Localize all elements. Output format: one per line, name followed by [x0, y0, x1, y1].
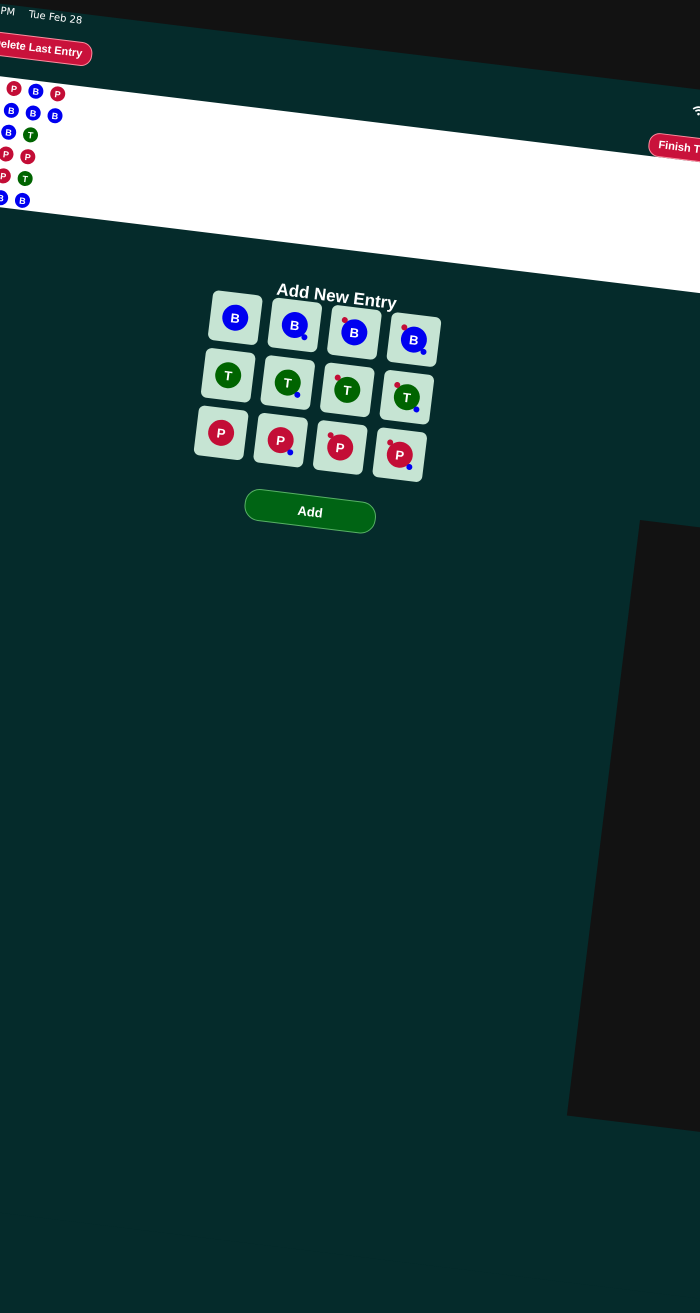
status-date: Tue Feb 28: [27, 9, 83, 27]
blue-pair-dot: [413, 406, 420, 413]
history-bead: B: [0, 76, 2, 96]
history-bead: P: [0, 166, 13, 186]
history-bead: B: [23, 103, 43, 123]
entry-option-banker[interactable]: B: [386, 311, 442, 368]
history-bead: P: [48, 84, 68, 104]
entry-option-tie[interactable]: T: [319, 362, 376, 418]
history-bead: B: [26, 81, 46, 101]
entry-option-banker[interactable]: B: [207, 289, 264, 346]
entry-option-banker[interactable]: B: [266, 297, 323, 353]
entry-options-grid: BBBBTTTTPPPP: [192, 289, 452, 494]
blue-pair-dot: [301, 333, 308, 341]
history-bead: B: [1, 100, 21, 120]
tie-token: T: [213, 360, 243, 390]
blue-pair-dot: [406, 463, 413, 471]
entry-option-player[interactable]: P: [312, 419, 369, 476]
delete-last-entry-button[interactable]: Delete Last Entry: [0, 29, 94, 68]
entry-option-player[interactable]: P: [193, 404, 249, 461]
history-bead: P: [4, 79, 24, 98]
history-bead: P: [0, 144, 16, 164]
blue-pair-dot: [420, 348, 427, 356]
wifi-icon: [692, 106, 700, 116]
blue-pair-dot: [286, 449, 294, 456]
history-bead: B: [45, 106, 65, 126]
blue-pair-dot: [293, 391, 301, 399]
history-bead: B: [0, 122, 19, 142]
entry-option-banker[interactable]: B: [326, 304, 383, 361]
entry-option-tie[interactable]: T: [378, 369, 435, 426]
history-bead: B: [12, 190, 32, 210]
entry-option-player[interactable]: P: [371, 426, 428, 483]
entry-option-tie[interactable]: T: [259, 354, 316, 411]
history-panel: BPBPBTBPPPPBPBBPPBBBTPTBPB: [0, 71, 700, 323]
history-bead: P: [18, 147, 38, 167]
status-time: 5 PM: [0, 5, 16, 19]
entry-option-player[interactable]: P: [252, 412, 309, 469]
add-button[interactable]: Add: [242, 487, 378, 536]
player-token: P: [206, 418, 236, 448]
history-bead: T: [21, 125, 40, 145]
entry-option-tie[interactable]: T: [200, 347, 257, 404]
history-bead: T: [15, 169, 35, 189]
history-bead: B: [0, 188, 11, 208]
history-bead-board: BPBPBTBPPPPBPBBPPBBBTPTBPB: [0, 71, 259, 237]
banker-token: B: [220, 303, 250, 333]
